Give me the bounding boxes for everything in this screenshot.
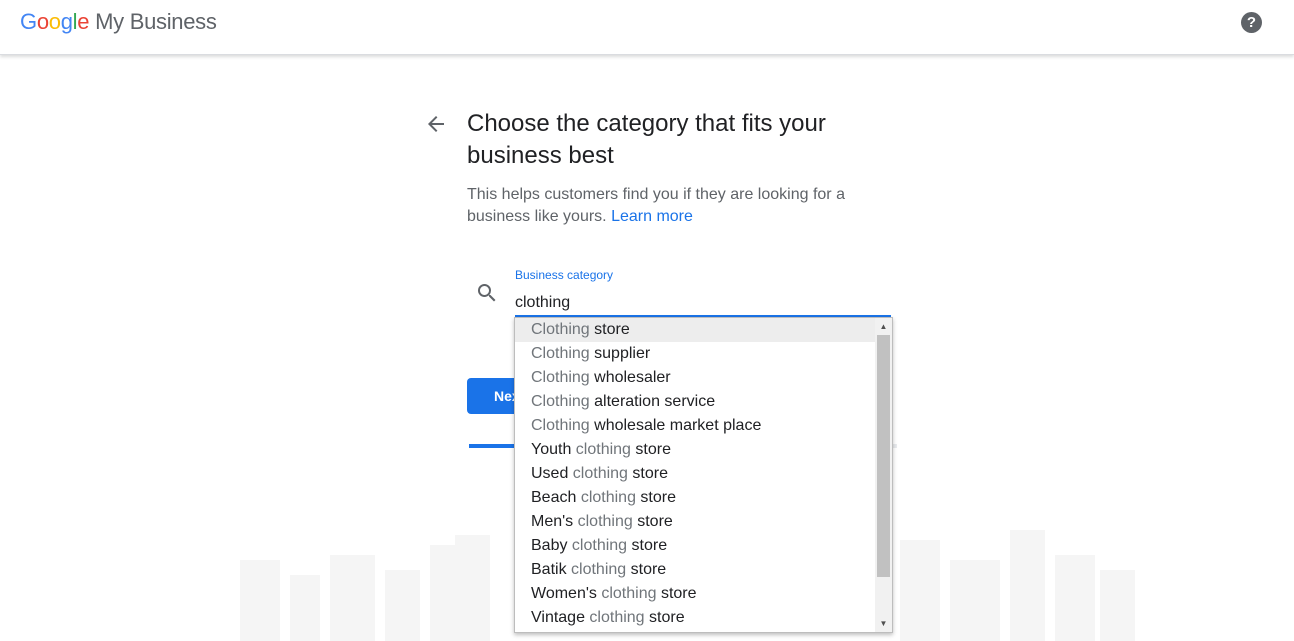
suggestion-post-text: store	[627, 465, 668, 482]
logo-letter: o	[36, 9, 49, 34]
suggestion-match-text: Clothing	[531, 369, 590, 386]
suggestion-pre-text: Used	[531, 465, 573, 482]
suggestion-pre-text: Beach	[531, 489, 581, 506]
suggestion-item[interactable]: Vintage clothing store	[515, 606, 875, 630]
suggestion-post-text: store	[644, 609, 685, 626]
suggestion-pre-text: Women's	[531, 585, 602, 602]
scroll-thumb[interactable]	[877, 335, 890, 577]
suggestion-list: Clothing store Clothing supplier Clothing …	[515, 318, 875, 630]
logo-letter: G	[20, 9, 37, 34]
suggestion-post-text: store	[627, 537, 668, 554]
suggestion-pre-text: Baby	[531, 537, 572, 554]
suggestion-item[interactable]: Used clothing store	[515, 462, 875, 486]
search-icon	[478, 284, 496, 302]
suggestion-post-text: wholesaler	[589, 369, 671, 386]
suggestion-item[interactable]: Clothing wholesaler	[515, 366, 875, 390]
google-my-business-logo[interactable]: Google My Business	[20, 9, 217, 35]
suggestion-match-text: clothing	[575, 441, 631, 458]
learn-more-link[interactable]: Learn more	[611, 208, 693, 225]
suggestion-post-text: store	[589, 321, 630, 338]
suggestion-post-text: store	[656, 585, 697, 602]
suggestion-match-text: clothing	[580, 489, 636, 506]
arrow-back-icon[interactable]	[424, 112, 448, 136]
suggestion-post-text: store	[635, 489, 676, 506]
suggestion-item[interactable]: Batik clothing store	[515, 558, 875, 582]
category-suggestions-dropdown[interactable]: Clothing store Clothing supplier Clothing …	[514, 317, 893, 633]
business-category-input[interactable]	[515, 291, 891, 317]
scroll-down-arrow-icon[interactable]: ▼	[875, 615, 892, 632]
suggestion-pre-text: Youth	[531, 441, 576, 458]
suggestion-match-text: clothing	[589, 609, 645, 626]
logo-letter: o	[48, 9, 61, 34]
suggestion-match-text: clothing	[577, 513, 633, 530]
suggestion-match-text: clothing	[571, 561, 627, 578]
suggestion-post-text: store	[626, 561, 667, 578]
page-subtitle: This helps customers find you if they ar…	[467, 184, 867, 228]
suggestion-match-text: Clothing	[531, 345, 590, 362]
suggestion-item[interactable]: Women's clothing store	[515, 582, 875, 606]
logo-letter: g	[60, 9, 73, 34]
suggestion-post-text: wholesale market place	[589, 417, 762, 434]
suggestion-post-text: alteration service	[589, 393, 716, 410]
dropdown-scrollbar[interactable]: ▲ ▼	[875, 318, 892, 632]
suggestion-post-text: store	[630, 441, 671, 458]
suggestion-match-text: Clothing	[531, 417, 590, 434]
help-icon[interactable]: ?	[1241, 12, 1262, 33]
suggestion-match-text: clothing	[601, 585, 657, 602]
suggestion-item[interactable]: Clothing alteration service	[515, 390, 875, 414]
app-header: Google My Business ?	[0, 0, 1294, 55]
suggestion-match-text: clothing	[571, 537, 628, 554]
suggestion-item[interactable]: Men's clothing store	[515, 510, 875, 534]
suggestion-pre-text: Vintage	[531, 609, 590, 626]
suggestion-pre-text: Men's	[531, 513, 578, 530]
suggestion-item[interactable]: Clothing supplier	[515, 342, 875, 366]
suggestion-match-text: Clothing	[531, 321, 590, 338]
suggestion-item[interactable]: Clothing store	[515, 318, 875, 342]
suggestion-item[interactable]: Youth clothing store	[515, 438, 875, 462]
suggestion-post-text: store	[632, 513, 673, 530]
suggestion-post-text: supplier	[589, 345, 651, 362]
business-category-label: Business category	[515, 268, 614, 282]
product-name: My Business	[95, 9, 217, 34]
suggestion-pre-text: Batik	[531, 561, 572, 578]
suggestion-match-text: Clothing	[531, 393, 590, 410]
suggestion-item[interactable]: Beach clothing store	[515, 486, 875, 510]
logo-letter: e	[77, 9, 90, 34]
page-title: Choose the category that fits your busin…	[467, 110, 826, 169]
scroll-up-arrow-icon[interactable]: ▲	[875, 318, 892, 335]
suggestion-item[interactable]: Clothing wholesale market place	[515, 414, 875, 438]
suggestion-match-text: clothing	[572, 465, 628, 482]
suggestion-item[interactable]: Baby clothing store	[515, 534, 875, 558]
